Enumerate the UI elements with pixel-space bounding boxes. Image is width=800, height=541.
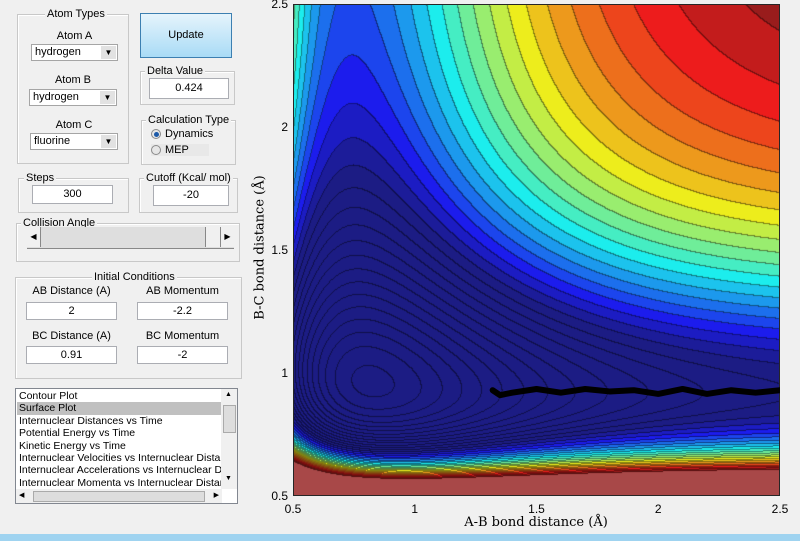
scroll-left-arrow-icon[interactable]: ◀ — [19, 491, 24, 499]
axes-box — [293, 4, 780, 496]
atom-b-label: Atom B — [54, 74, 92, 86]
atom-types-title: Atom Types — [45, 8, 107, 20]
plot-type-items: Contour Plot Surface Plot Internuclear D… — [17, 390, 237, 489]
list-item[interactable]: Internuclear Accelerations vs Internucle… — [17, 464, 237, 476]
horizontal-scrollbar[interactable]: ◀ ▶ — [16, 489, 222, 503]
y-axis-label: B-C bond distance (Å) — [252, 175, 268, 320]
atom-b-value: hydrogen — [33, 91, 79, 103]
y-tick-label: 2.5 — [271, 0, 288, 11]
scrollbar-thumb[interactable] — [223, 405, 236, 433]
vertical-scrollbar[interactable]: ▲ ▼ — [221, 389, 237, 489]
x-tick-label: 2.5 — [771, 502, 789, 516]
atom-c-value: fluorine — [34, 135, 71, 147]
y-tick-label: 2 — [281, 120, 288, 134]
plot-overlay — [293, 4, 780, 496]
trajectory-line — [489, 385, 780, 399]
x-tick-label: 2 — [654, 502, 662, 516]
list-item[interactable]: Potential Energy vs Time — [17, 427, 222, 439]
ab-distance-input[interactable]: 2 — [26, 302, 117, 320]
collision-angle-slider[interactable]: ◀ ▶ — [27, 227, 234, 249]
bc-momentum-label: BC Momentum — [145, 330, 220, 342]
list-item[interactable]: Surface Plot — [17, 402, 222, 415]
scroll-right-arrow-icon[interactable]: ▶ — [221, 227, 234, 247]
chevron-down-icon[interactable]: ▼ — [100, 91, 115, 104]
bc-momentum-input[interactable]: -2 — [137, 346, 228, 364]
ab-momentum-label: AB Momentum — [146, 285, 219, 297]
chevron-down-icon[interactable]: ▼ — [101, 135, 116, 148]
atom-c-select[interactable]: fluorine ▼ — [30, 133, 118, 150]
steps-title: Steps — [24, 172, 57, 184]
steps-input[interactable]: 300 — [32, 185, 113, 204]
atom-a-value: hydrogen — [35, 46, 81, 58]
dynamics-label: Dynamics — [165, 128, 214, 140]
x-tick-label: 0.5 — [284, 502, 302, 516]
list-item[interactable]: Internuclear Momenta vs Internuclear Dis… — [17, 477, 237, 489]
delta-value-input[interactable]: 0.424 — [149, 78, 229, 99]
window-bottom-border — [0, 534, 800, 541]
bc-distance-label: BC Distance (A) — [32, 330, 111, 342]
slider-thumb[interactable] — [205, 227, 221, 247]
dynamics-radio[interactable]: Dynamics — [151, 128, 213, 140]
mep-radio[interactable]: MEP — [151, 144, 209, 156]
x-tick-label: 1 — [411, 502, 419, 516]
calculation-type-group: Calculation Type — [141, 114, 236, 165]
list-item[interactable]: Internuclear Distances vs Time — [17, 415, 222, 427]
radio-selected-icon — [151, 129, 161, 139]
y-tick-label: 1 — [281, 366, 288, 380]
ab-momentum-input[interactable]: -2.2 — [137, 302, 228, 320]
list-item[interactable]: Contour Plot — [17, 390, 222, 402]
atom-c-label: Atom C — [55, 119, 93, 131]
bc-distance-input[interactable]: 0.91 — [26, 346, 117, 364]
initial-conditions-title: Initial Conditions — [92, 271, 177, 283]
x-tick-label: 1.5 — [528, 502, 545, 516]
chevron-down-icon[interactable]: ▼ — [101, 46, 116, 59]
scroll-right-arrow-icon[interactable]: ▶ — [214, 491, 219, 499]
x-axis-label: A-B bond distance (Å) — [464, 515, 608, 530]
delta-value-title: Delta Value — [145, 65, 206, 77]
ab-distance-label: AB Distance (A) — [32, 285, 111, 297]
calculation-type-title: Calculation Type — [146, 114, 232, 126]
cutoff-input[interactable]: -20 — [153, 185, 229, 206]
scroll-up-arrow-icon[interactable]: ▲ — [225, 391, 232, 398]
mep-label: MEP — [165, 144, 189, 156]
atom-a-select[interactable]: hydrogen ▼ — [31, 44, 118, 61]
list-item[interactable]: Internuclear Velocities vs Internuclear … — [17, 452, 237, 464]
y-tick-label: 0.5 — [271, 489, 288, 503]
scroll-left-arrow-icon[interactable]: ◀ — [27, 227, 41, 247]
radio-unselected-icon — [151, 145, 161, 155]
list-item[interactable]: Kinetic Energy vs Time — [17, 440, 222, 452]
atom-a-label: Atom A — [56, 30, 93, 42]
scroll-down-arrow-icon[interactable]: ▼ — [225, 475, 232, 482]
atom-b-select[interactable]: hydrogen ▼ — [29, 89, 117, 106]
cutoff-title: Cutoff (Kcal/ mol) — [144, 172, 233, 184]
update-button[interactable]: Update — [140, 13, 232, 58]
plot-type-listbox[interactable]: Contour Plot Surface Plot Internuclear D… — [15, 388, 238, 504]
scrollbar-thumb[interactable] — [33, 491, 205, 502]
